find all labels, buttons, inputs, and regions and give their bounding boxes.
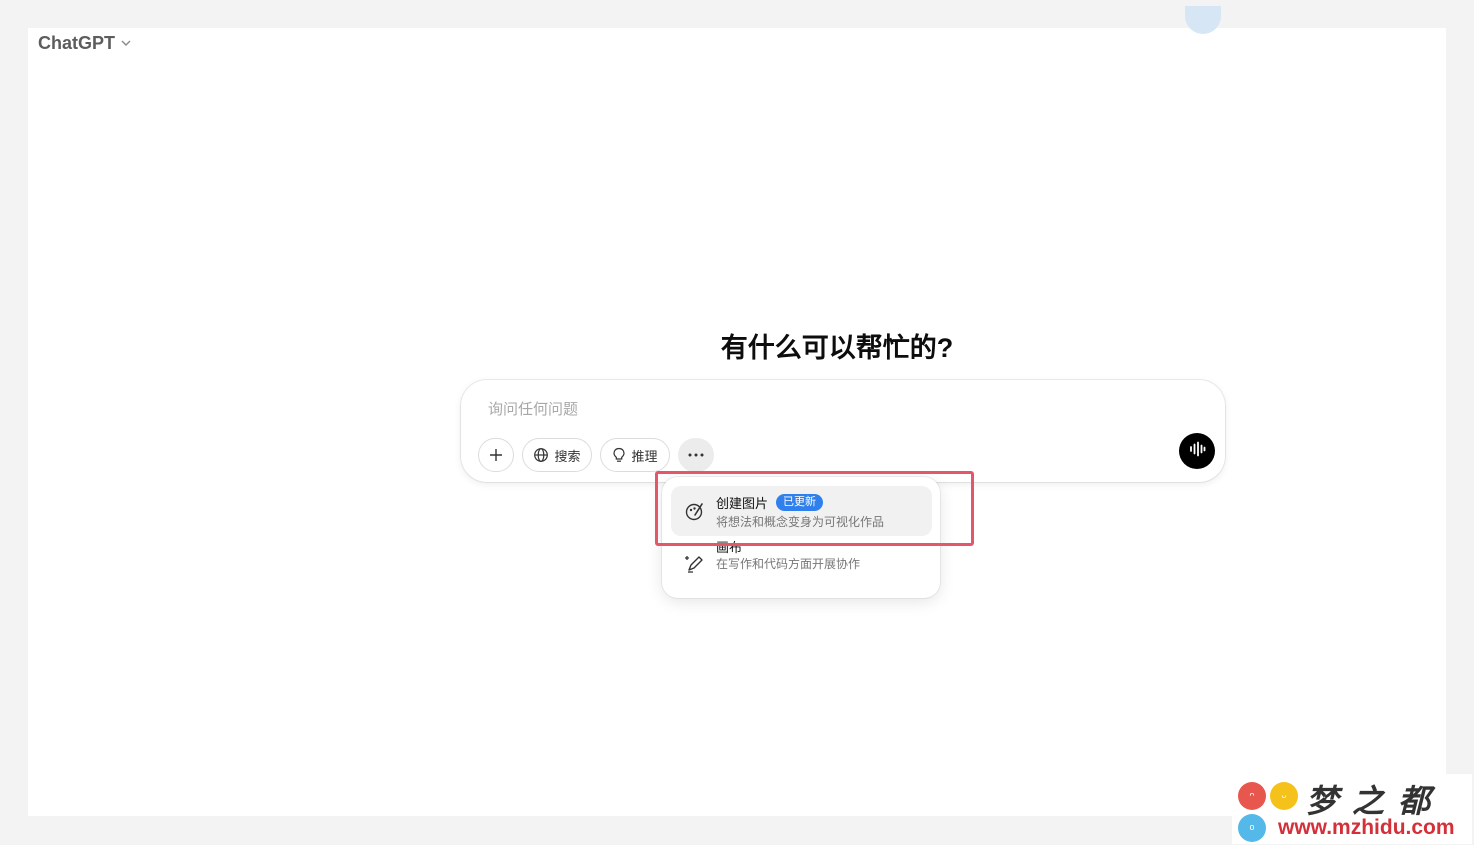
pen-sparkle-icon: [683, 553, 705, 575]
menu-item-description: 在写作和代码方面开展协作: [716, 557, 861, 571]
model-name: ChatGPT: [38, 32, 116, 53]
menu-item-canvas[interactable]: 画布 在写作和代码方面开展协作: [671, 539, 932, 589]
menu-item-title: 创建图片 已更新: [716, 493, 824, 512]
more-tools-button[interactable]: [678, 438, 714, 472]
page-title: 有什么可以帮忙的?: [720, 333, 954, 363]
add-button[interactable]: [478, 438, 514, 472]
canvas-label: 画布: [716, 540, 743, 555]
reasoning-button[interactable]: 推理: [600, 438, 670, 472]
model-picker[interactable]: ChatGPT: [38, 32, 132, 54]
menu-item-create-image[interactable]: 创建图片 已更新 将想法和概念变身为可视化作品: [671, 486, 932, 536]
lightbulb-icon: [612, 447, 626, 463]
search-label: 搜索: [554, 448, 581, 464]
chatgpt-app: ChatGPT 有什么可以帮忙的? 询问任何问题 搜索 推理 创建图片 已更新 …: [28, 6, 1446, 816]
red-face-icon: ᵔ: [1238, 782, 1266, 810]
chevron-down-icon: [120, 37, 132, 49]
create-image-label: 创建图片: [716, 496, 769, 511]
watermark-url: www.mzhidu.com: [1278, 816, 1455, 839]
menu-item-title: 画布: [716, 537, 742, 556]
reasoning-label: 推理: [631, 448, 658, 464]
updated-badge: 已更新: [776, 494, 824, 511]
plus-icon: [488, 447, 504, 463]
menu-item-description: 将想法和概念变身为可视化作品: [716, 515, 885, 529]
more-dots-icon: [688, 453, 704, 457]
prompt-input[interactable]: 询问任何问题: [488, 398, 578, 419]
voice-mode-button[interactable]: [1179, 433, 1215, 469]
globe-icon: [533, 447, 549, 463]
yellow-face-icon: ᵕ: [1270, 782, 1298, 810]
blue-face-icon: ᵒ: [1238, 814, 1266, 842]
composer: 询问任何问题 搜索 推理: [461, 380, 1225, 482]
voice-wave-icon: [1188, 441, 1206, 462]
user-avatar[interactable]: [1185, 6, 1221, 34]
site-watermark: ᵔ ᵕ ᵒ 梦之都 www.mzhidu.com: [1232, 774, 1472, 844]
tools-dropdown-menu: 创建图片 已更新 将想法和概念变身为可视化作品 画布 在写作和代码方面开展协作: [662, 477, 940, 598]
image-create-icon: [683, 500, 705, 522]
search-button[interactable]: 搜索: [522, 438, 592, 472]
